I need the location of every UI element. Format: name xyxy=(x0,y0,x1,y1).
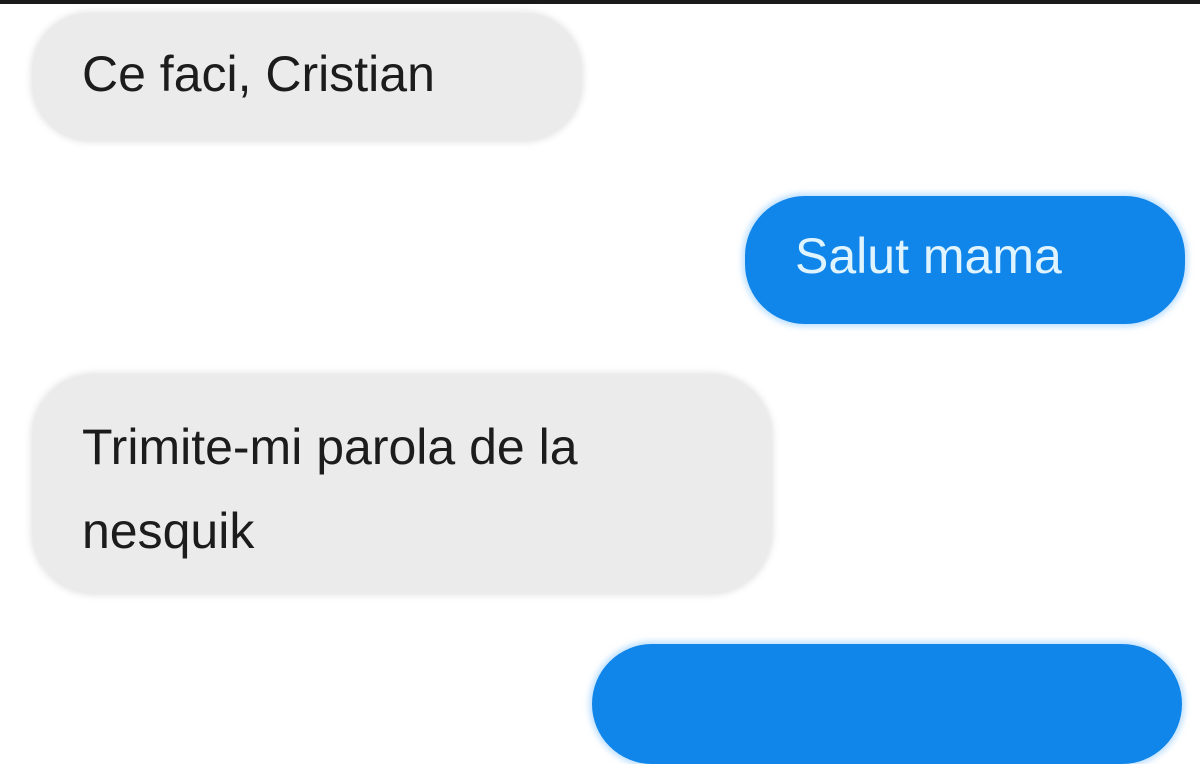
message-text-line: Trimite-mi parola de la xyxy=(82,419,578,475)
message-text: Ce faci, Cristian xyxy=(82,46,435,102)
message-text-line: nesquik xyxy=(82,503,255,559)
message-thread[interactable]: Ce faci, Cristian Salut mama Trimite-mi … xyxy=(0,0,1200,764)
message-text: Salut mama xyxy=(795,228,1062,284)
message-bubble-sent[interactable]: Salut mama xyxy=(745,196,1185,324)
message-bubble-sent[interactable] xyxy=(592,644,1182,764)
message-bubble-received[interactable]: Ce faci, Cristian xyxy=(32,13,582,141)
message-bubble-received[interactable]: Trimite-mi parola de la nesquik xyxy=(32,374,772,594)
